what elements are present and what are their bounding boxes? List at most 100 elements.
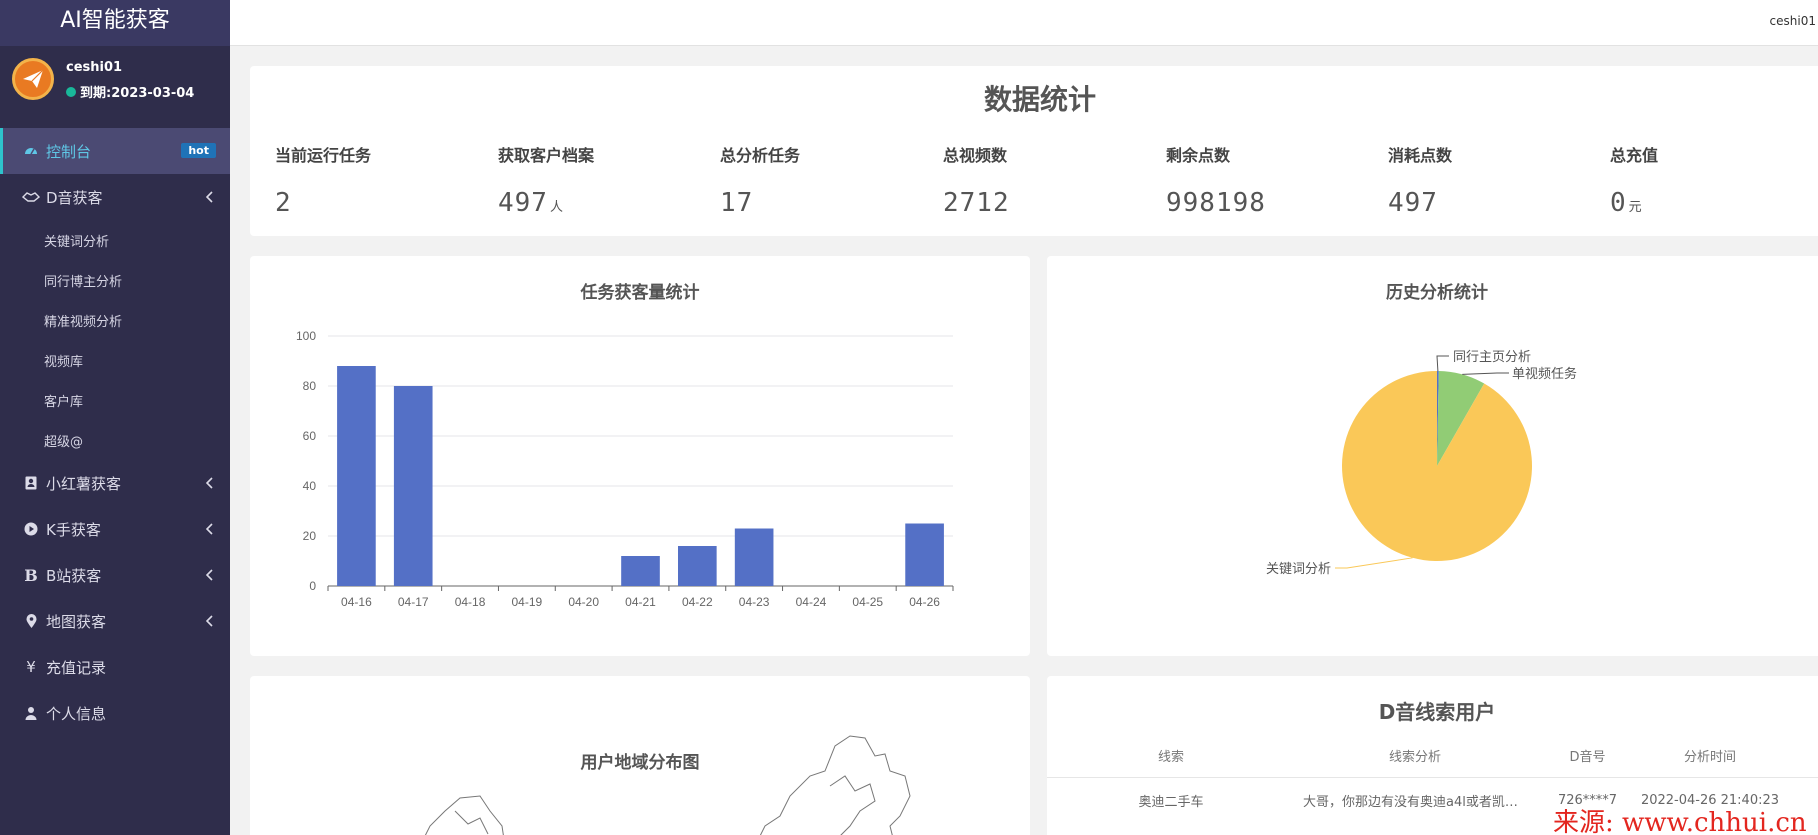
- play-circle-icon: [20, 522, 42, 536]
- sidebar: AI智能获客 ceshi01 到期:2023-03-04 控制台 hot D音获…: [0, 0, 230, 835]
- x-tick-label: 04-17: [398, 595, 429, 609]
- user-panel: ceshi01 到期:2023-03-04: [0, 46, 230, 124]
- x-tick-label: 04-23: [739, 595, 770, 609]
- top-user-name[interactable]: ceshi01: [1770, 14, 1816, 28]
- stat-total-videos: 总视频数 2712: [943, 142, 1153, 218]
- stat-value: 497: [1388, 188, 1438, 218]
- x-tick-label: 04-25: [852, 595, 883, 609]
- pie-leader-line: [1436, 355, 1449, 372]
- x-tick-label: 04-18: [455, 595, 486, 609]
- chevron-left-icon: [205, 189, 214, 207]
- bar: [734, 528, 774, 586]
- submenu-item-customer-library[interactable]: 客户库: [0, 380, 230, 420]
- menu-item-recharge[interactable]: ¥ 充值记录: [0, 644, 230, 690]
- stat-label: 总分析任务: [720, 146, 801, 165]
- stat-label: 获取客户档案: [498, 146, 595, 165]
- map-outline-west: [424, 795, 504, 835]
- china-map: [424, 735, 911, 835]
- column-header: 线索: [1157, 750, 1184, 765]
- menu-item-xiaohongshu[interactable]: 小红薯获客: [0, 460, 230, 506]
- stat-value: 2: [275, 188, 292, 218]
- handshake-icon: [20, 191, 42, 203]
- chevron-left-icon: [205, 613, 214, 631]
- paper-plane-icon: [23, 69, 44, 88]
- pie-chart: 同行主页分析单视频任务关键词分析: [1266, 349, 1577, 576]
- menu-item-kuaishou[interactable]: K手获客: [0, 506, 230, 552]
- menu-label: D音获客: [46, 188, 103, 207]
- stat-label: 剩余点数: [1166, 146, 1231, 165]
- menu-item-dashboard[interactable]: 控制台 hot: [0, 128, 230, 174]
- pie-label: 同行主页分析: [1453, 349, 1531, 364]
- user-name: ceshi01: [66, 60, 123, 75]
- submenu-item-precise-video[interactable]: 精准视频分析: [0, 300, 230, 340]
- pie-leader-line: [1462, 372, 1509, 375]
- menu-item-map[interactable]: 地图获客: [0, 598, 230, 644]
- pie-chart-panel: 历史分析统计 同行主页分析 单视频任务 关键词分析: [1047, 256, 1818, 656]
- menu-label: 地图获客: [46, 612, 107, 631]
- pie-slice: [1342, 371, 1532, 561]
- stat-unit: 元: [1628, 200, 1643, 215]
- map-panel: 用户地域分布图: [250, 676, 1030, 835]
- menu-label: K手获客: [46, 520, 101, 539]
- pie-label: 关键词分析: [1266, 561, 1331, 576]
- brand-title: AI智能获客: [0, 0, 230, 46]
- chevron-left-icon: [205, 521, 214, 539]
- bar: [905, 523, 944, 586]
- menu-item-profile[interactable]: 个人信息: [0, 690, 230, 736]
- x-tick-label: 04-16: [341, 595, 372, 609]
- pie-label: 单视频任务: [1512, 366, 1577, 381]
- stat-customer-profiles: 获取客户档案 497 人: [498, 142, 708, 218]
- x-tick-label: 04-19: [512, 595, 543, 609]
- stat-label: 总充值: [1610, 146, 1659, 165]
- stat-unit: 人: [549, 200, 564, 215]
- stat-remaining-points: 剩余点数 998198: [1166, 142, 1376, 218]
- dashboard-icon: [20, 144, 42, 158]
- submenu-item-super-at[interactable]: 超级@: [0, 420, 230, 460]
- x-tick-label: 04-22: [682, 595, 713, 609]
- avatar[interactable]: [12, 58, 54, 100]
- bar: [621, 556, 660, 586]
- bar: [678, 546, 717, 586]
- pie-leader-line: [1335, 557, 1413, 569]
- stat-total-analysis: 总分析任务 17: [720, 142, 930, 218]
- stat-value: 0: [1610, 188, 1627, 218]
- map-marker-icon: [20, 613, 42, 629]
- x-tick-label: 04-20: [568, 595, 599, 609]
- submenu-item-video-library[interactable]: 视频库: [0, 340, 230, 380]
- cell-analysis: 大哥，你那边有没有奥迪a4l或者凯迪拉克的: [1303, 794, 1535, 810]
- expire-status: 到期:2023-03-04: [66, 82, 194, 101]
- stat-value: 497: [498, 188, 548, 218]
- yen-icon: ¥: [26, 658, 36, 676]
- menu-label: 个人信息: [46, 704, 107, 723]
- menu-label: 充值记录: [46, 658, 107, 677]
- table-header: 线索 线索分析 D音号 分析时间: [1047, 734, 1818, 778]
- y-tick-label: 60: [303, 429, 317, 443]
- stat-running-tasks: 当前运行任务 2: [275, 142, 485, 218]
- map-outline-inner: [454, 810, 489, 835]
- stat-value: 2712: [943, 188, 1010, 218]
- chevron-left-icon: [205, 475, 214, 493]
- y-tick-label: 40: [303, 479, 317, 493]
- submenu-item-peer-blogger[interactable]: 同行博主分析: [0, 260, 230, 300]
- contact-card-icon: [20, 476, 42, 490]
- stat-label: 消耗点数: [1388, 146, 1453, 165]
- expire-date: 到期:2023-03-04: [80, 86, 195, 101]
- stat-total-recharge: 总充值 0元: [1610, 142, 1818, 218]
- stat-label: 总视频数: [943, 146, 1008, 165]
- menu-label: B站获客: [46, 566, 102, 585]
- hot-badge: hot: [181, 143, 216, 158]
- y-tick-label: 0: [309, 579, 316, 593]
- stat-value: 17: [720, 188, 754, 218]
- submenu-item-keyword[interactable]: 关键词分析: [0, 220, 230, 260]
- column-header: 线索分析: [1388, 750, 1441, 765]
- x-tick-label: 04-24: [796, 595, 827, 609]
- menu-item-douyin[interactable]: D音获客: [0, 174, 230, 220]
- y-tick-label: 100: [296, 329, 316, 343]
- column-header: 分析时间: [1683, 750, 1736, 765]
- y-tick-label: 20: [303, 529, 317, 543]
- bar: [393, 386, 433, 586]
- menu-item-bilibili[interactable]: B B站获客: [0, 552, 230, 598]
- bar-chart-panel: 任务获客量统计 0 20 40 60 80 100 04-16 04-17 04-18 04-19…: [250, 256, 1030, 656]
- watermark: 来源: www.chhui.cn: [1553, 808, 1807, 835]
- cell-lead: 奥迪二手车: [1138, 794, 1204, 810]
